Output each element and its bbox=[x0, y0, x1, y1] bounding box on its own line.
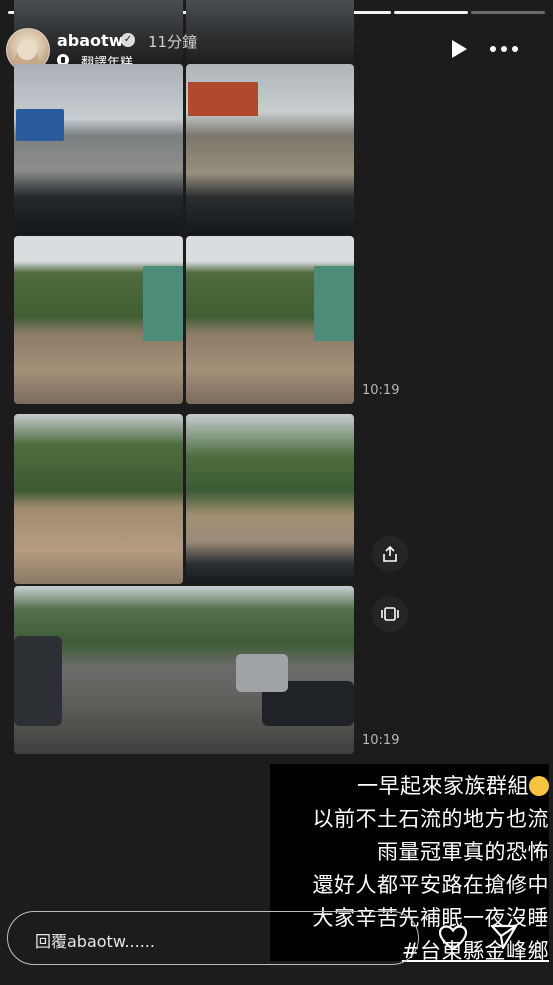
time-ago: 11分鐘 bbox=[148, 33, 198, 51]
photo-road-truck bbox=[14, 64, 183, 235]
more-options-icon[interactable] bbox=[490, 46, 518, 52]
photo-street-cones bbox=[14, 586, 354, 754]
play-icon[interactable] bbox=[452, 40, 467, 58]
reply-input[interactable]: 回覆abaotw...... bbox=[7, 911, 419, 965]
progress-segment bbox=[470, 11, 545, 14]
carousel-icon[interactable] bbox=[372, 596, 408, 632]
photo-partial bbox=[186, 0, 354, 62]
photo-muddy-road bbox=[186, 64, 354, 235]
crying-emoji-icon bbox=[529, 776, 549, 796]
timestamp: 10:19 bbox=[362, 383, 400, 398]
caption-line: 雨量冠軍真的恐怖 bbox=[377, 840, 549, 864]
photo-mud-car-view bbox=[186, 414, 354, 584]
username[interactable]: abaotw bbox=[57, 31, 123, 50]
caption-line: 還好人都平安路在搶修中 bbox=[312, 873, 549, 897]
caption-line: 以前不土石流的地方也流 bbox=[312, 807, 549, 831]
photo-mudflow-mural bbox=[186, 236, 354, 404]
heart-icon[interactable] bbox=[438, 924, 468, 952]
photo-mud-village bbox=[14, 414, 183, 584]
caption-line: 一早起來家族群組 bbox=[270, 770, 549, 803]
send-icon[interactable] bbox=[490, 923, 518, 951]
progress-segment bbox=[393, 11, 468, 14]
timestamp: 10:19 bbox=[362, 733, 400, 748]
share-icon[interactable] bbox=[372, 536, 408, 572]
photo-mudflow-mural bbox=[14, 236, 183, 404]
verified-badge-icon: ✓ bbox=[121, 33, 135, 47]
reply-placeholder: 回覆abaotw...... bbox=[35, 932, 155, 951]
